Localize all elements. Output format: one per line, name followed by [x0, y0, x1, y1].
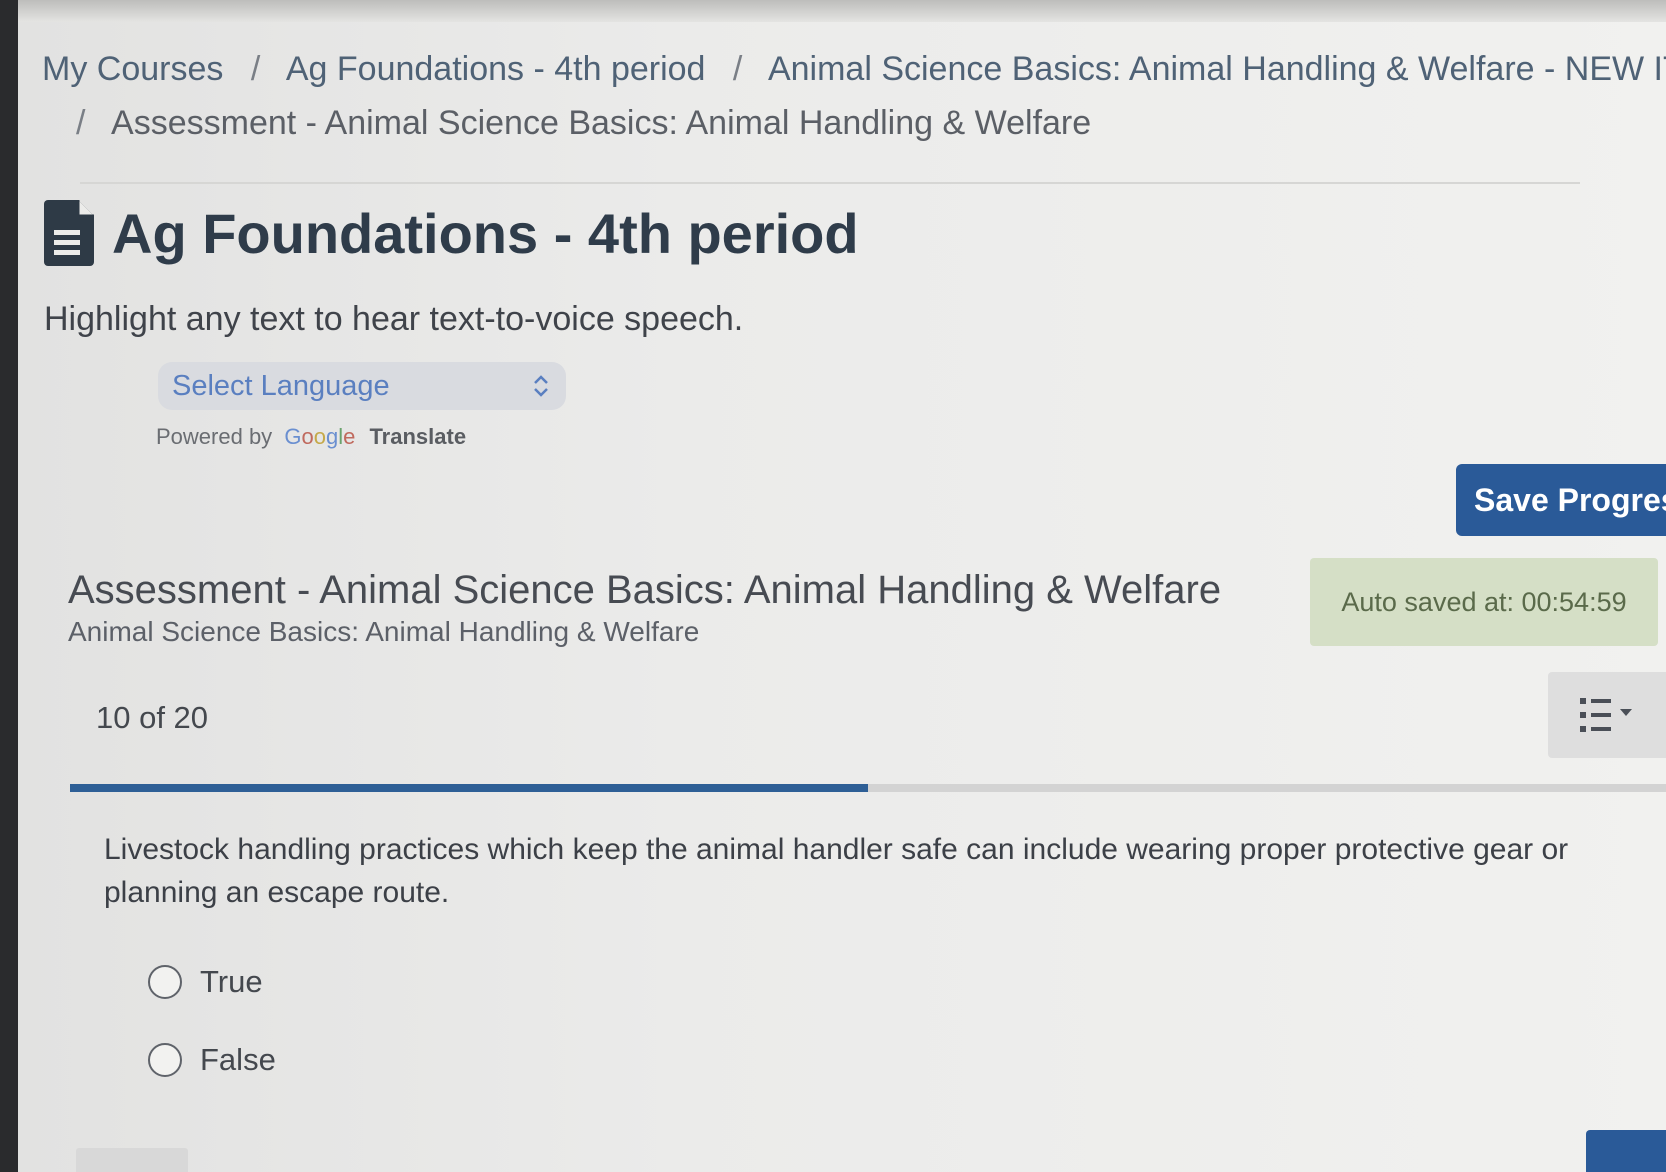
screen-top-edge [0, 0, 1666, 22]
document-icon [44, 200, 94, 266]
breadcrumb-separator: / [732, 50, 743, 88]
powered-by-label: Powered by [156, 424, 273, 449]
google-letter: o [313, 424, 326, 449]
breadcrumb: My Courses / Ag Foundations - 4th period… [42, 42, 1666, 150]
answer-option-false[interactable]: False [148, 1042, 276, 1078]
breadcrumb-separator: / [250, 50, 261, 88]
page-title: Ag Foundations - 4th period [112, 201, 859, 265]
radio-button[interactable] [148, 965, 182, 999]
google-letter: g [325, 424, 339, 449]
assessment-subtitle: Animal Science Basics: Animal Handling &… [68, 616, 700, 647]
list-dropdown-icon [1580, 698, 1632, 732]
select-caret-icon [534, 375, 548, 397]
google-letter: o [301, 424, 314, 449]
breadcrumb-course[interactable]: Ag Foundations - 4th period [286, 50, 706, 88]
autosave-status: Auto saved at: 00:54:59 [1310, 558, 1658, 646]
breadcrumb-my-courses[interactable]: My Courses [42, 50, 223, 88]
page-header: Ag Foundations - 4th period [42, 198, 859, 268]
progress-bar [70, 784, 1666, 792]
question-list-button[interactable] [1548, 672, 1666, 758]
next-button[interactable] [1586, 1130, 1666, 1172]
translate-label: Translate [369, 424, 467, 449]
breadcrumb-module[interactable]: Animal Science Basics: Animal Handling &… [768, 50, 1666, 88]
answer-option-true[interactable]: True [148, 964, 263, 1000]
question-text: Livestock handling practices which keep … [104, 833, 1569, 909]
question-counter: 10 of 20 [96, 700, 209, 735]
answer-label: False [200, 1042, 276, 1077]
previous-button[interactable] [76, 1148, 188, 1172]
radio-button[interactable] [148, 1043, 182, 1077]
breadcrumb-separator: / [76, 104, 86, 142]
answer-label: True [200, 964, 263, 999]
language-select-label: Select Language [172, 369, 390, 402]
assessment-title: Assessment - Animal Science Basics: Anim… [68, 568, 1222, 612]
screen-bezel [0, 0, 18, 1172]
google-translate-attribution: Powered by Google Translate [156, 424, 466, 450]
google-letter: e [343, 424, 356, 449]
breadcrumb-current: Assessment - Animal Science Basics: Anim… [111, 104, 1092, 142]
divider [80, 182, 1580, 184]
google-logo: Google [284, 424, 355, 449]
save-progress-button[interactable]: Save Progress [1456, 464, 1666, 536]
language-select[interactable]: Select Language [158, 362, 566, 410]
google-letter: G [284, 424, 302, 449]
tts-hint: Highlight any text to hear text-to-voice… [44, 300, 744, 338]
progress-fill [70, 784, 868, 792]
